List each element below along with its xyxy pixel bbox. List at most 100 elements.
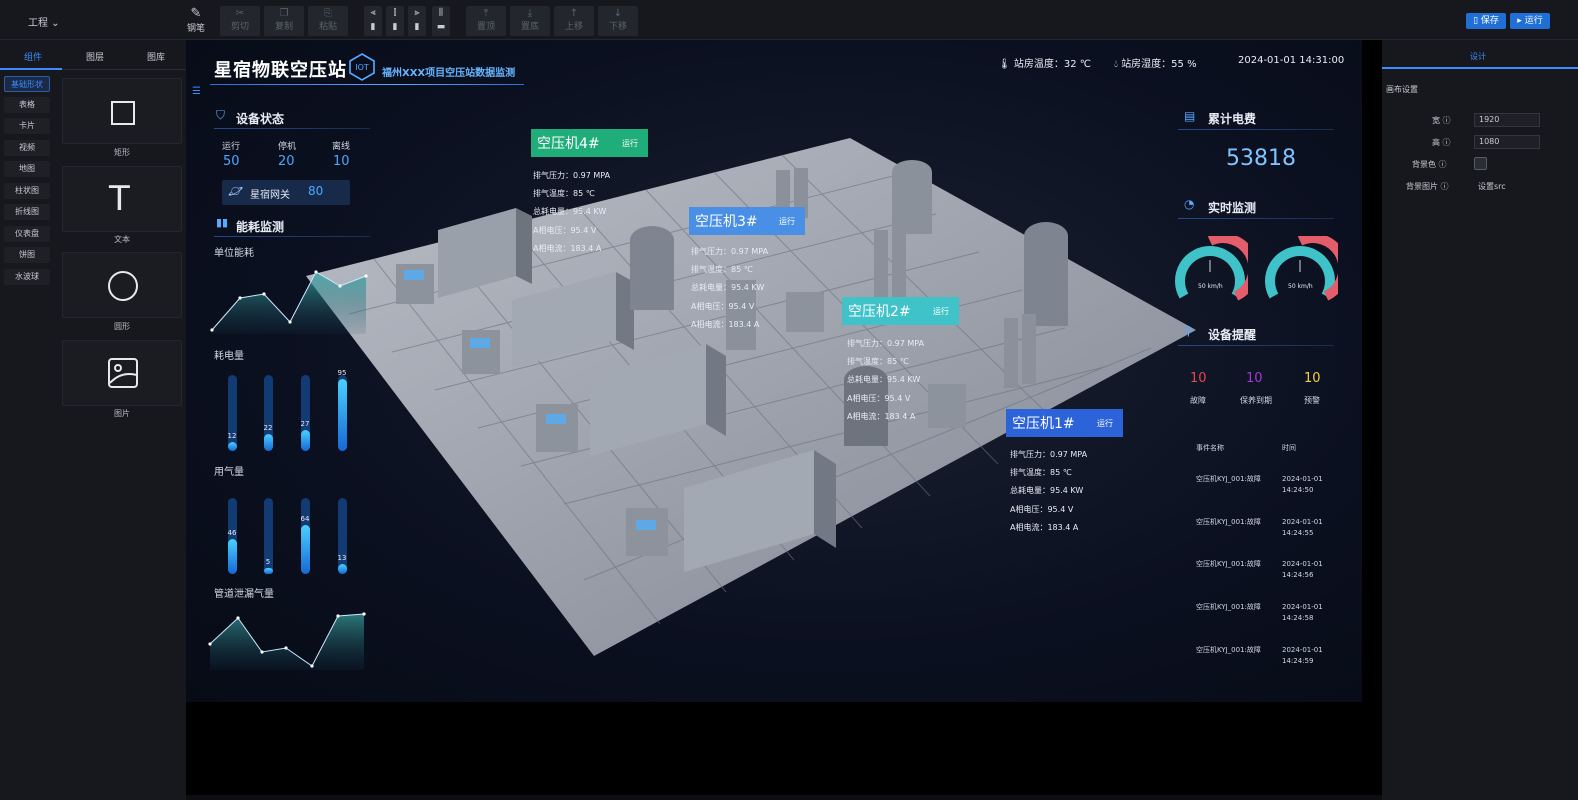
arrow-down-icon: ↓ bbox=[613, 8, 623, 19]
power-bar-value: 12 bbox=[227, 431, 237, 440]
power-text: 总耗电量：95.4 KW bbox=[1010, 486, 1084, 496]
event-time: 14:24:55 bbox=[1282, 529, 1314, 537]
left-collapse-icon[interactable]: ☰ bbox=[192, 86, 201, 97]
component-rect-label: 矩形 bbox=[114, 148, 130, 157]
image-icon bbox=[108, 358, 138, 388]
tab-design[interactable]: 设计 bbox=[1470, 51, 1486, 62]
paste-button[interactable]: ⎘ 粘贴 bbox=[308, 6, 348, 36]
temperature-readout: 🌡︎ 站房温度：32 ℃ bbox=[998, 55, 1091, 70]
category-basic-shapes[interactable]: 基础形状 bbox=[4, 76, 50, 92]
machine-1-label[interactable]: 空压机1# 运行 bbox=[1006, 409, 1123, 437]
category-card[interactable]: 卡片 bbox=[4, 118, 50, 134]
cost-icon: ▤ bbox=[1184, 109, 1196, 123]
event-row-2-time: 2024-01-01 14:24:55 bbox=[1282, 517, 1323, 539]
bring-to-top-button[interactable]: ⤒ 置顶 bbox=[466, 6, 506, 36]
event-date: 2024-01-01 bbox=[1282, 560, 1323, 568]
event-row-1-name: 空压机KYJ_001:故障 bbox=[1196, 475, 1261, 483]
machine-3-info: 排气压力：0.97 MPA 排气温度：85 ℃ 总耗电量：95.4 KW A相电… bbox=[691, 243, 768, 334]
save-button[interactable]: ▯ 保存 bbox=[1466, 13, 1506, 29]
category-bar-chart[interactable]: 柱状图 bbox=[4, 183, 50, 199]
temp-text: 排气温度：85 ℃ bbox=[691, 265, 753, 275]
machine-4-label[interactable]: 空压机4# 运行 bbox=[531, 129, 648, 157]
category-pie[interactable]: 饼图 bbox=[4, 247, 50, 263]
text-icon: T bbox=[109, 179, 130, 219]
event-row-4-name: 空压机KYJ_001:故障 bbox=[1196, 603, 1261, 611]
temp-text: 排气温度：85 ℃ bbox=[847, 357, 909, 367]
arrow-up-icon: ↑ bbox=[569, 8, 579, 19]
component-rect[interactable] bbox=[62, 78, 182, 144]
category-table[interactable]: 表格 bbox=[4, 97, 50, 113]
send-to-bottom-button[interactable]: ⤓ 置底 bbox=[510, 6, 550, 36]
unit-energy-area-chart bbox=[210, 270, 368, 334]
gateway-label: 星宿网关 bbox=[250, 190, 290, 201]
copy-button[interactable]: ❐ 复制 bbox=[264, 6, 304, 36]
gas-title: 用气量 bbox=[214, 467, 244, 478]
power-bar-value: 22 bbox=[263, 424, 273, 433]
event-time: 14:24:50 bbox=[1282, 486, 1314, 494]
move-up-button[interactable]: ↑ 上移 bbox=[554, 6, 594, 36]
shield-icon: ⛉ bbox=[216, 108, 226, 122]
bgimage-label-text: 背景图片 bbox=[1406, 182, 1438, 191]
cost-value: 53818 bbox=[1226, 146, 1296, 171]
gas-bar bbox=[338, 564, 347, 574]
component-text[interactable]: T bbox=[62, 166, 182, 232]
power-bar bbox=[301, 430, 310, 451]
width-input[interactable]: 1920 bbox=[1474, 113, 1540, 127]
tab-components[interactable]: 组件 bbox=[24, 50, 42, 63]
component-circle-label: 圆形 bbox=[114, 322, 130, 331]
humidity-readout: 💧︎ 站房湿度：55 % bbox=[1114, 55, 1197, 70]
alert-warning-value: 10 bbox=[1304, 371, 1321, 386]
alert-search-icon: ⚲ bbox=[1184, 324, 1193, 338]
power-bar bbox=[338, 378, 347, 451]
distribute-button[interactable]: ⫼ ▬ bbox=[432, 6, 450, 36]
active-tab-underline bbox=[0, 68, 62, 70]
power-bar bbox=[228, 441, 237, 451]
category-gauge[interactable]: 仪表盘 bbox=[4, 226, 50, 242]
width-label-text: 宽 bbox=[1432, 116, 1440, 125]
machine-1-name: 空压机1# bbox=[1012, 416, 1075, 432]
project-menu[interactable]: 工程 ⌄ bbox=[28, 14, 60, 29]
bgcolor-swatch[interactable] bbox=[1474, 157, 1487, 170]
category-map[interactable]: 地图 bbox=[4, 161, 50, 177]
machine-3-status: 运行 bbox=[779, 217, 795, 226]
run-button[interactable]: ▸ 运行 bbox=[1510, 13, 1550, 29]
energy-title: 能耗监测 bbox=[236, 220, 285, 234]
pen-tool-button[interactable]: ✎ 钢笔 bbox=[184, 6, 208, 34]
move-down-button[interactable]: ↓ 下移 bbox=[598, 6, 638, 36]
temp-text: 排气温度：85 ℃ bbox=[1010, 468, 1072, 478]
thermometer-icon: 🌡︎ bbox=[998, 59, 1014, 70]
copy-icon: ❐ bbox=[279, 8, 289, 19]
category-liquid-ball[interactable]: 水波球 bbox=[4, 269, 50, 285]
component-image[interactable] bbox=[62, 340, 182, 406]
voltage-text: A相电压：95.4 V bbox=[691, 301, 755, 311]
tab-layers[interactable]: 图层 bbox=[86, 50, 104, 63]
cut-button[interactable]: ✂ 剪切 bbox=[220, 6, 260, 36]
cost-title: 累计电费 bbox=[1208, 112, 1257, 126]
category-video[interactable]: 视频 bbox=[4, 140, 50, 156]
circle-icon bbox=[108, 271, 138, 301]
event-date: 2024-01-01 bbox=[1282, 603, 1323, 611]
tab-gallery[interactable]: 图库 bbox=[147, 50, 165, 63]
gas-bar-value: 13 bbox=[337, 554, 347, 563]
unit-energy-title: 单位能耗 bbox=[214, 248, 254, 259]
machine-3-label[interactable]: 空压机3# 运行 bbox=[689, 207, 805, 235]
right-panel: 设计 画布设置 宽 ⓘ 1920 高 ⓘ 1080 背景色 ⓘ 背景图片 ⓘ 设… bbox=[1382, 40, 1578, 800]
align-right-button[interactable]: ⫸ ▮ bbox=[408, 6, 426, 36]
gas-bar bbox=[264, 568, 273, 574]
align-center-button[interactable]: ⫿ ▮ bbox=[386, 6, 404, 36]
machine-2-label[interactable]: 空压机2# 运行 bbox=[842, 297, 959, 325]
category-line-chart[interactable]: 折线图 bbox=[4, 204, 50, 220]
gauge-2 bbox=[1265, 236, 1338, 301]
height-input[interactable]: 1080 bbox=[1474, 135, 1540, 149]
align-left-button[interactable]: ⫷ ▮ bbox=[364, 6, 382, 36]
humidity-text: 站房湿度：55 % bbox=[1121, 59, 1197, 70]
event-row-5-name: 空压机KYJ_001:故障 bbox=[1196, 646, 1261, 654]
event-time: 14:24:56 bbox=[1282, 571, 1314, 579]
event-date: 2024-01-01 bbox=[1282, 475, 1323, 483]
component-circle[interactable] bbox=[62, 252, 182, 318]
current-text: A相电流：183.4 A bbox=[533, 243, 602, 253]
current-text: A相电流：183.4 A bbox=[691, 319, 760, 329]
page-title: 星宿物联空压站 bbox=[214, 60, 347, 81]
bgimage-button[interactable]: 设置src bbox=[1478, 181, 1506, 192]
up-label: 上移 bbox=[564, 22, 583, 32]
